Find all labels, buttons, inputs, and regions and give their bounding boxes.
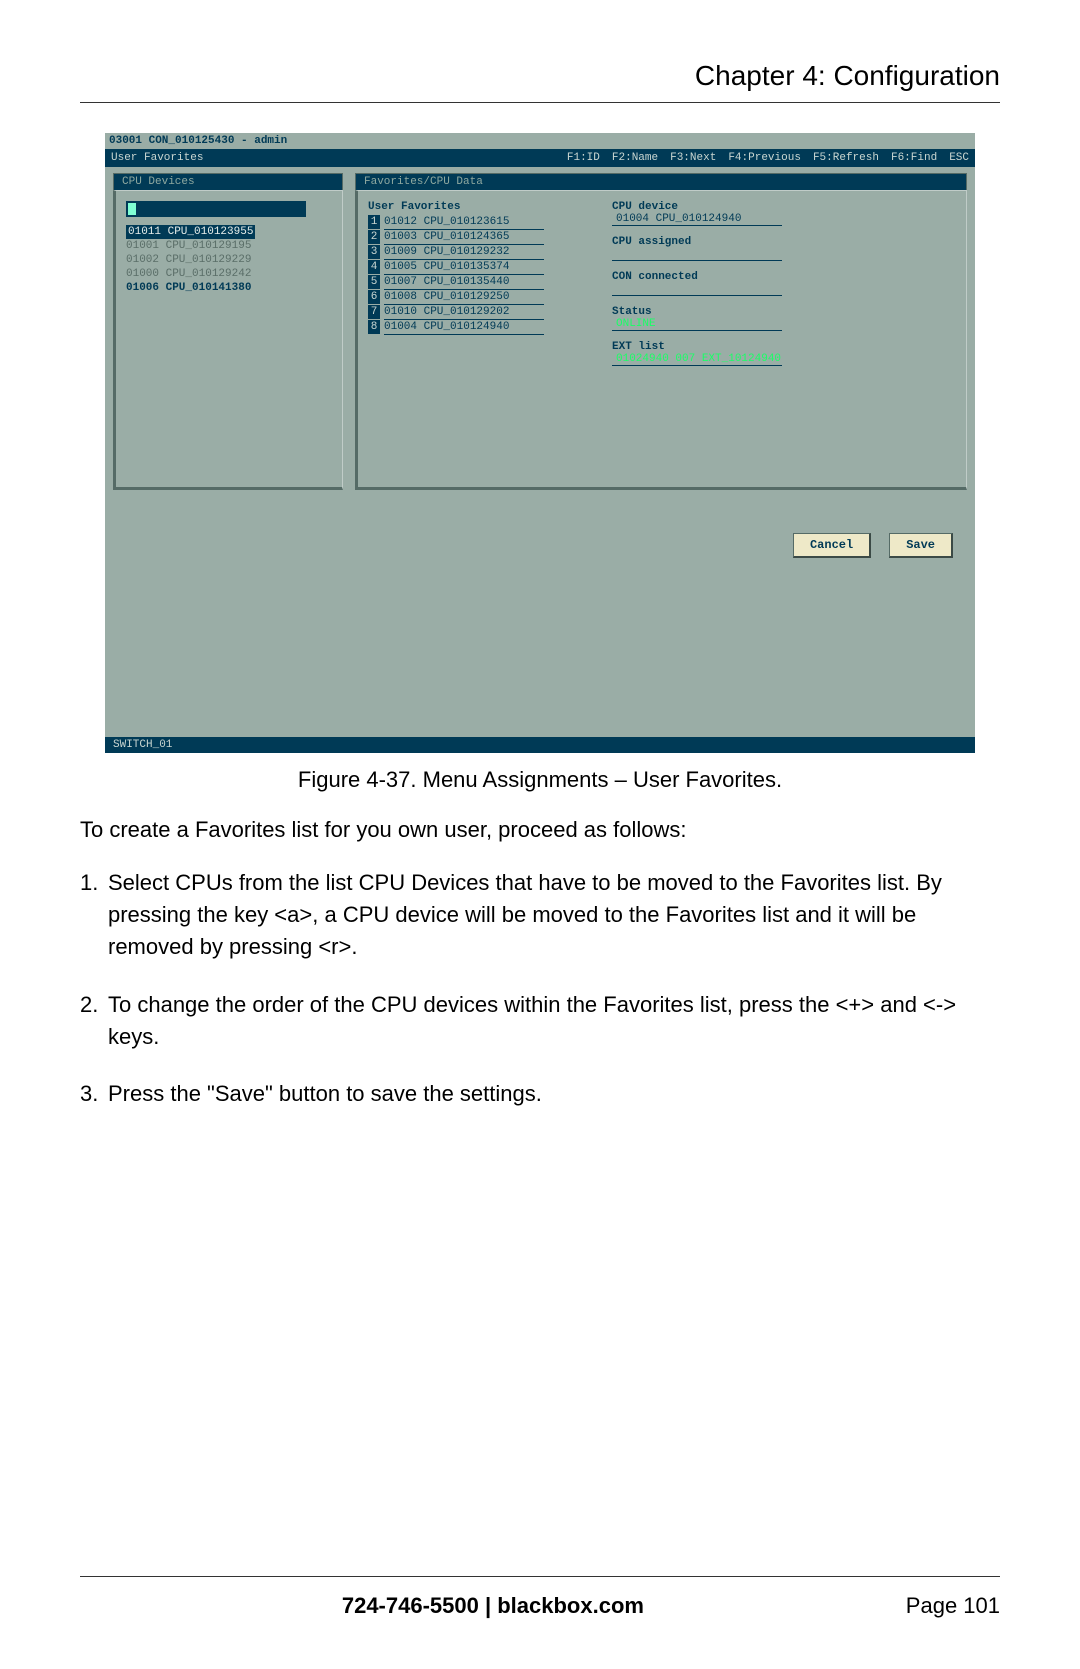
menu-title: User Favorites (111, 152, 203, 164)
list-item: 1.Select CPUs from the list CPU Devices … (80, 867, 1000, 963)
ext-list-label: EXT list (612, 341, 956, 353)
save-button[interactable]: Save (889, 533, 953, 558)
cpu-devices-panel-title: CPU Devices (113, 173, 343, 190)
list-item[interactable]: 601008 CPU_010129250 (368, 290, 588, 305)
list-item[interactable]: 701010 CPU_010129202 (368, 305, 588, 320)
cursor-icon (128, 203, 136, 215)
cancel-button[interactable]: Cancel (793, 533, 871, 558)
fkey-f1[interactable]: F1:ID (567, 152, 600, 164)
cpu-device-label: CPU device (612, 201, 956, 213)
menu-fkeys: F1:ID F2:Name F3:Next F4:Previous F5:Ref… (567, 152, 969, 164)
cpu-devices-panel: 01011 CPU_010123955 01001 CPU_010129195 … (113, 190, 343, 490)
footer-page-number: Page 101 (906, 1593, 1000, 1619)
fkey-f6[interactable]: F6:Find (891, 152, 937, 164)
favorites-header: User Favorites (368, 201, 588, 213)
footer-contact: 724-746-5500 | blackbox.com (80, 1593, 906, 1619)
fkey-f5[interactable]: F5:Refresh (813, 152, 879, 164)
list-item[interactable]: 101012 CPU_010123615 (368, 215, 588, 230)
list-item[interactable]: 01002 CPU_010129229 (126, 253, 332, 267)
fkey-f4[interactable]: F4:Previous (728, 152, 801, 164)
cpu-assigned-value (612, 248, 782, 261)
status-label: Status (612, 306, 956, 318)
con-connected-label: CON connected (612, 271, 956, 283)
cpu-assigned-label: CPU assigned (612, 236, 956, 248)
intro-text: To create a Favorites list for you own u… (80, 817, 1000, 843)
steps-list: 1.Select CPUs from the list CPU Devices … (80, 867, 1000, 1110)
fkey-f2[interactable]: F2:Name (612, 152, 658, 164)
favorites-panel: User Favorites 101012 CPU_010123615 2010… (355, 190, 967, 490)
list-item[interactable]: 01000 CPU_010129242 (126, 267, 332, 281)
list-item[interactable]: 501007 CPU_010135440 (368, 275, 588, 290)
list-item[interactable]: 01011 CPU_010123955 (126, 225, 255, 239)
list-item[interactable]: 301009 CPU_010129232 (368, 245, 588, 260)
terminal-menu-bar: User Favorites F1:ID F2:Name F3:Next F4:… (105, 149, 975, 167)
page-footer: 724-746-5500 | blackbox.com Page 101 (80, 1576, 1000, 1619)
favorites-panel-title: Favorites/CPU Data (355, 173, 967, 190)
list-item: 2.To change the order of the CPU devices… (80, 989, 1000, 1053)
list-item[interactable]: 401005 CPU_010135374 (368, 260, 588, 275)
list-item[interactable]: 01006 CPU_010141380 (126, 281, 332, 295)
list-item[interactable]: 801004 CPU_010124940 (368, 320, 588, 335)
status-value: ONLINE (612, 318, 782, 331)
cpu-device-value: 01004 CPU_010124940 (612, 213, 782, 226)
ext-list-value: 01024940 007 EXT_10124940 (612, 353, 782, 366)
list-item[interactable]: 201003 CPU_010124365 (368, 230, 588, 245)
favorites-list[interactable]: 101012 CPU_010123615 201003 CPU_01012436… (368, 215, 588, 335)
chapter-header: Chapter 4: Configuration (80, 60, 1000, 103)
fkey-esc[interactable]: ESC (949, 152, 969, 164)
con-connected-value (612, 283, 782, 296)
cpu-device-list[interactable]: 01011 CPU_010123955 01001 CPU_010129195 … (126, 225, 332, 295)
fkey-f3[interactable]: F3:Next (670, 152, 716, 164)
figure-caption: Figure 4-37. Menu Assignments – User Fav… (80, 767, 1000, 793)
terminal-session-line: 03001 CON_010125430 - admin (105, 133, 975, 149)
cpu-search-input[interactable] (126, 201, 306, 217)
list-item: 3.Press the "Save" button to save the se… (80, 1078, 1000, 1110)
list-item[interactable]: 01001 CPU_010129195 (126, 239, 332, 253)
terminal-footer: SWITCH_01 (105, 737, 975, 753)
terminal-screenshot: 03001 CON_010125430 - admin User Favorit… (105, 133, 975, 753)
